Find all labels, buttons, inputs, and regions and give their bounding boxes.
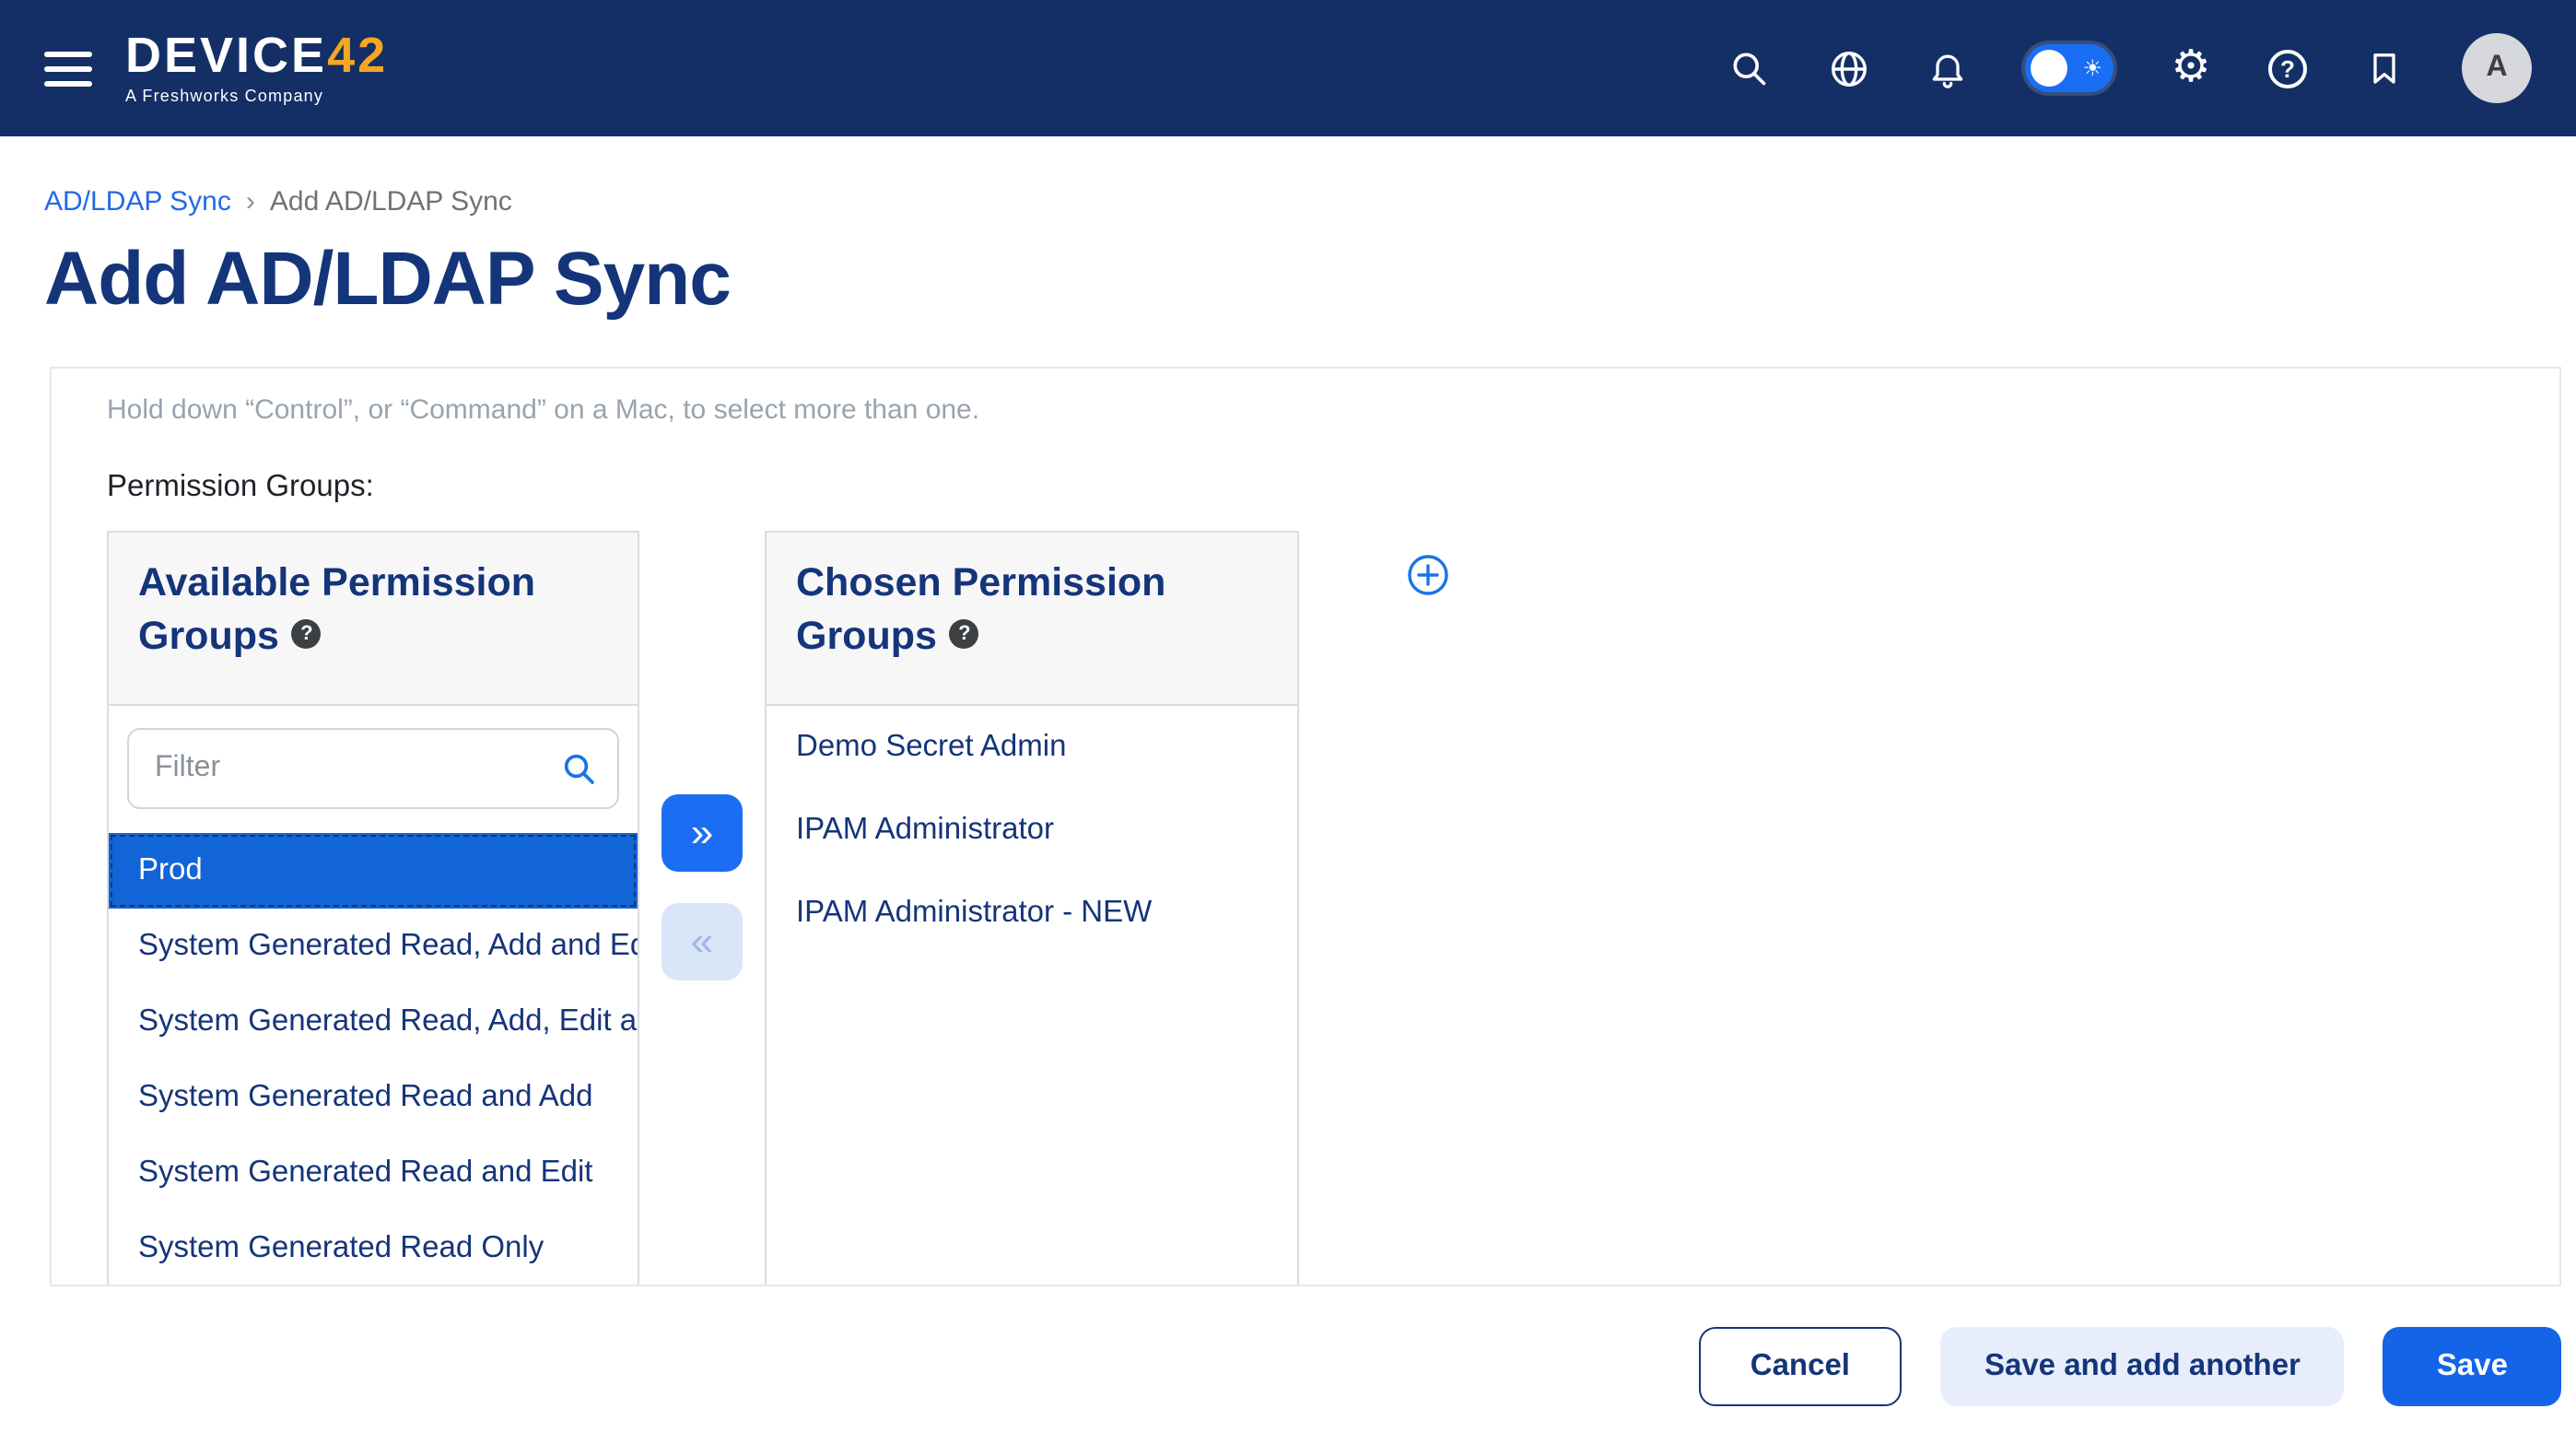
globe-icon[interactable] (1826, 46, 1870, 90)
bookmark-icon[interactable] (2362, 46, 2406, 90)
avatar[interactable]: A (2462, 33, 2532, 103)
filter-search-icon (560, 750, 597, 796)
filter-field (127, 728, 619, 809)
move-right-button[interactable]: » (662, 794, 743, 872)
top-navbar: DEVICE42 A Freshworks Company (0, 0, 2576, 136)
available-options-list: Prod System Generated Read, Add and Edi … (109, 833, 638, 1286)
chosen-title-text: Chosen Permission Groups (796, 560, 1165, 658)
available-panel-body: Prod System Generated Read, Add and Edi … (107, 706, 639, 1286)
form-actions: Cancel Save and add another Save (0, 1327, 2561, 1406)
move-left-button[interactable]: « (662, 903, 743, 980)
option-prod[interactable]: Prod (109, 833, 638, 909)
save-button[interactable]: Save (2383, 1327, 2561, 1406)
breadcrumb: AD/LDAP Sync › Add AD/LDAP Sync (44, 186, 2576, 217)
breadcrumb-separator: › (246, 186, 255, 217)
sun-icon: ☀ (2082, 57, 2102, 79)
logo-subtitle: A Freshworks Company (125, 88, 388, 105)
logo-text-accent: 42 (327, 28, 388, 83)
multiselect-hint: Hold down “Control”, or “Command” on a M… (107, 394, 2559, 426)
chosen-option-demo-secret-admin[interactable]: Demo Secret Admin (767, 706, 1297, 789)
save-and-add-another-button[interactable]: Save and add another (1940, 1327, 2345, 1406)
available-help-icon[interactable]: ? (292, 620, 322, 650)
option-sys-read-and-add[interactable]: System Generated Read and Add (109, 1060, 638, 1135)
permission-groups-widget: Available Permission Groups? Prod Syste (107, 531, 2559, 1286)
bell-icon[interactable] (1926, 46, 1970, 90)
chosen-panel-body: Demo Secret Admin IPAM Administrator IPA… (765, 706, 1299, 1286)
transfer-controls: » « (639, 794, 765, 980)
option-sys-read-only[interactable]: System Generated Read Only (109, 1211, 638, 1286)
theme-toggle[interactable]: ☀ (2025, 44, 2113, 92)
chosen-option-ipam-administrator-new[interactable]: IPAM Administrator - NEW (767, 872, 1297, 955)
permission-groups-label: Permission Groups: (107, 470, 2559, 505)
option-sys-read-add-edit-an[interactable]: System Generated Read, Add, Edit an (109, 984, 638, 1060)
navbar-actions: ☀ ⚙ ? A (1727, 33, 2532, 103)
cancel-button[interactable]: Cancel (1699, 1327, 1902, 1406)
chosen-help-icon[interactable]: ? (950, 620, 979, 650)
search-icon[interactable] (1727, 46, 1771, 90)
hamburger-menu-icon[interactable] (44, 51, 92, 86)
page: DEVICE42 A Freshworks Company (0, 0, 2576, 1432)
logo-text-primary: DEVICE (125, 28, 327, 83)
breadcrumb-current: Add AD/LDAP Sync (270, 186, 512, 217)
chosen-panel-title: Chosen Permission Groups? (796, 557, 1268, 663)
breadcrumb-link[interactable]: AD/LDAP Sync (44, 186, 231, 217)
logo-text: DEVICE42 (125, 31, 388, 81)
available-panel-title: Available Permission Groups? (138, 557, 608, 663)
chosen-panel-header: Chosen Permission Groups? (765, 531, 1299, 706)
option-sys-read-add-edit[interactable]: System Generated Read, Add and Edi (109, 909, 638, 984)
gear-icon[interactable]: ⚙ (2169, 46, 2213, 90)
logo[interactable]: DEVICE42 A Freshworks Company (125, 31, 388, 105)
chosen-panel: Chosen Permission Groups? Demo Secret Ad… (765, 531, 1299, 1286)
available-title-text: Available Permission Groups (138, 560, 535, 658)
toggle-knob (2031, 50, 2067, 87)
chosen-option-ipam-administrator[interactable]: IPAM Administrator (767, 789, 1297, 872)
option-sys-read-and-edit[interactable]: System Generated Read and Edit (109, 1135, 638, 1211)
available-panel: Available Permission Groups? Prod Syste (107, 531, 639, 1286)
filter-input[interactable] (127, 728, 619, 809)
form-card: Hold down “Control”, or “Command” on a M… (50, 367, 2561, 1286)
help-icon[interactable]: ? (2268, 49, 2307, 88)
add-permission-group-icon[interactable] (1406, 553, 1450, 597)
page-title: Add AD/LDAP Sync (44, 236, 2576, 323)
available-panel-header: Available Permission Groups? (107, 531, 639, 706)
